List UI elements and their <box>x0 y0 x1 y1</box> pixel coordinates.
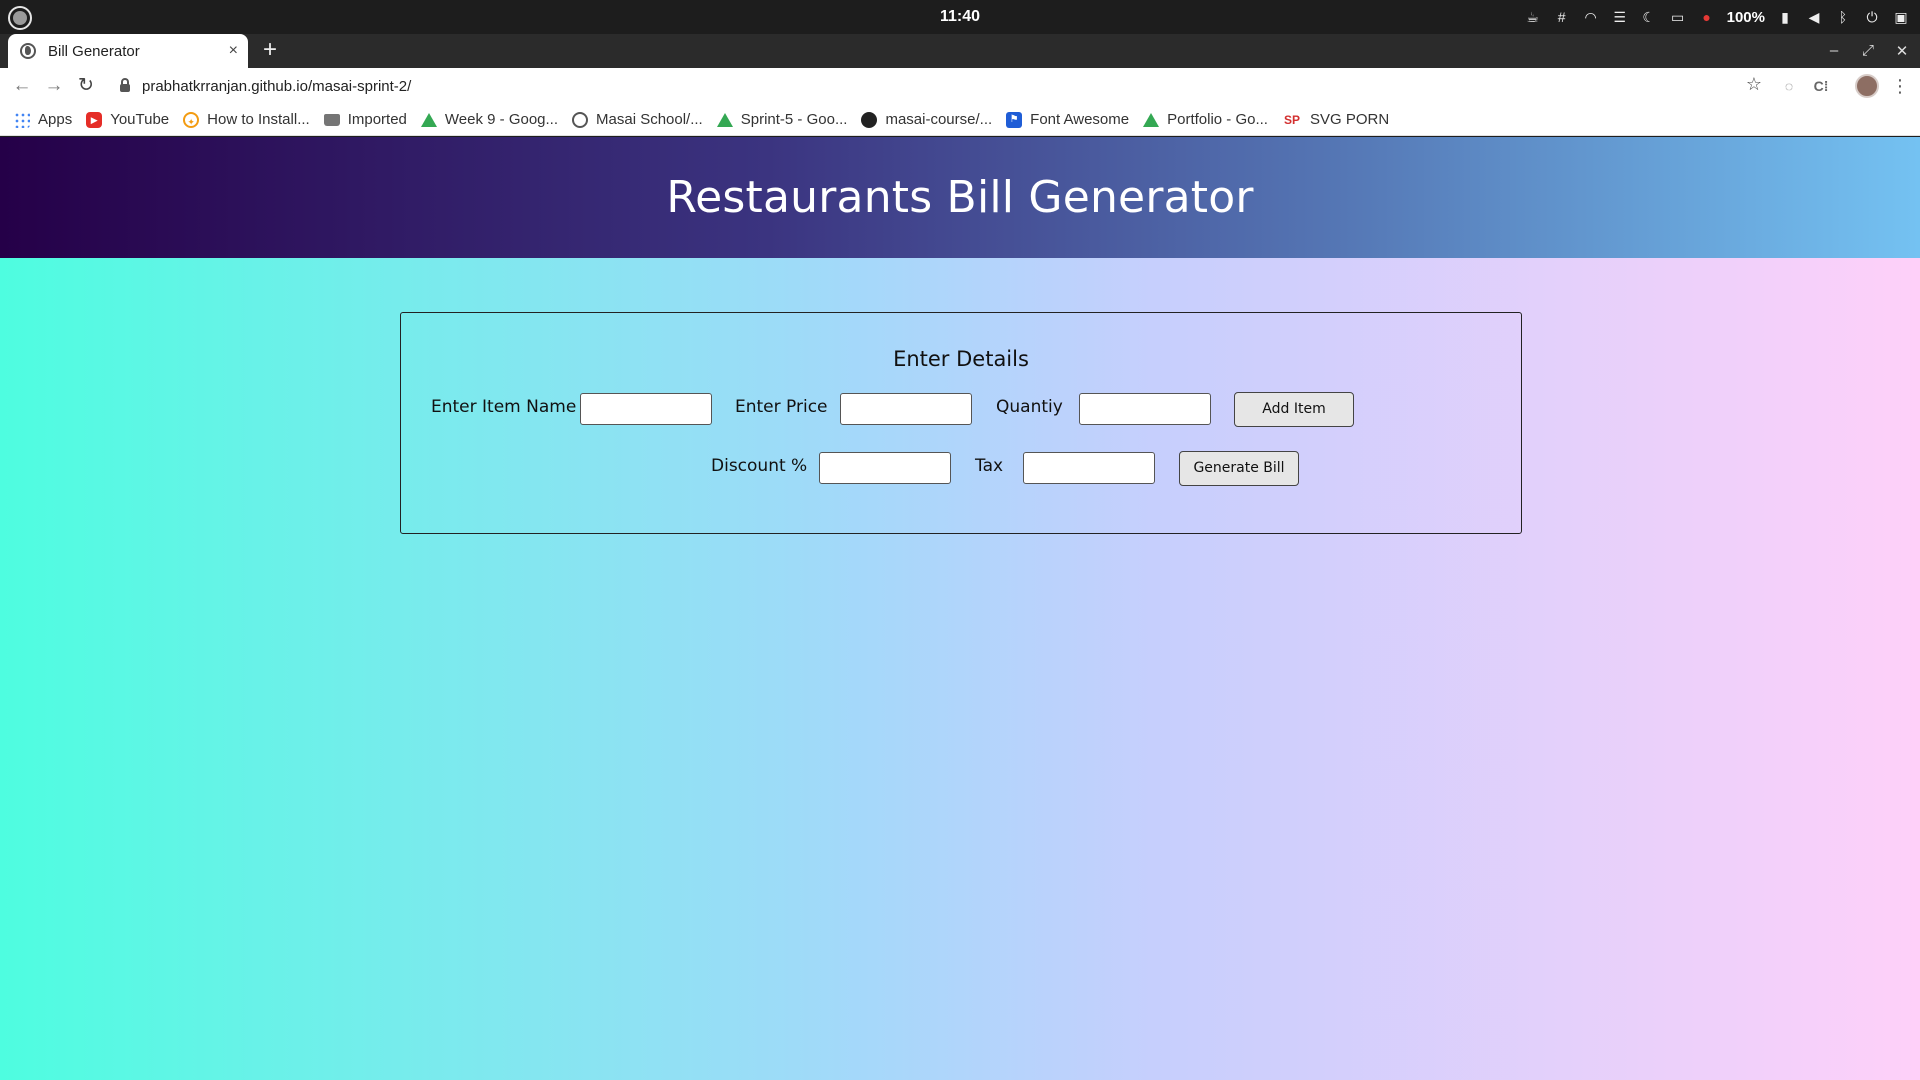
quantity-label: Quantiy <box>996 397 1063 417</box>
bookmark-how-to-install[interactable]: ✦ How to Install... <box>183 111 310 128</box>
forward-icon[interactable]: → <box>42 74 66 98</box>
new-tab-button[interactable]: + <box>258 38 282 63</box>
discount-label: Discount % <box>711 456 808 476</box>
globe-icon <box>572 111 589 128</box>
add-item-button[interactable]: Add Item <box>1234 392 1354 427</box>
bluetooth-icon[interactable]: ᛒ <box>1834 8 1852 26</box>
quantity-input[interactable] <box>1079 393 1211 425</box>
extension-icon[interactable]: C⁞ <box>1810 75 1832 97</box>
window-controls: – ⤢ ✕ <box>1826 42 1910 60</box>
os-top-bar: 11:40 ☕ # ◠ ☰ ☾ ▭ ● 100% ▮ ◀ ᛒ ⏻ ▣ <box>0 0 1920 34</box>
tab-strip: Bill Generator × + – ⤢ ✕ <box>0 34 1920 68</box>
bookmark-font-awesome[interactable]: ⚑ Font Awesome <box>1006 111 1129 128</box>
bookmark-label: Apps <box>38 111 73 128</box>
bookmark-imported[interactable]: Imported <box>323 111 407 128</box>
menu-icon[interactable]: ☰ <box>1611 8 1629 26</box>
system-tray[interactable]: ☕ # ◠ ☰ ☾ ▭ ● 100% ▮ ◀ ᛒ ⏻ ▣ <box>1524 7 1910 27</box>
window-icon[interactable]: ▣ <box>1892 8 1910 26</box>
drive-icon <box>420 112 437 127</box>
bookmark-star-icon[interactable]: ☆ <box>1746 74 1762 95</box>
tab-bill-generator[interactable]: Bill Generator × <box>8 34 248 68</box>
url-text[interactable]: prabhatkrranjan.github.io/masai-sprint-2… <box>142 78 411 95</box>
bookmark-youtube[interactable]: ▶ YouTube <box>86 111 169 128</box>
bookmark-apps[interactable]: Apps <box>14 111 72 128</box>
page-title: Restaurants Bill Generator <box>666 172 1254 223</box>
item-name-label: Enter Item Name <box>431 397 577 417</box>
bookmark-label: SVG PORN <box>1309 111 1390 128</box>
power-icon[interactable]: ⏻ <box>1863 8 1881 26</box>
bookmarks-bar: Apps ▶ YouTube ✦ How to Install... Importe… <box>0 104 1920 136</box>
folder-icon[interactable]: ▭ <box>1669 8 1687 26</box>
avatar[interactable] <box>1855 74 1879 98</box>
form-heading: Enter Details <box>893 347 1029 371</box>
bookmark-label: Font Awesome <box>1030 111 1130 128</box>
page-header: Restaurants Bill Generator <box>0 137 1920 258</box>
bookmark-label: Masai School/... <box>596 111 703 128</box>
battery-icon[interactable]: ▮ <box>1776 8 1794 26</box>
page-body: Restaurants Bill Generator Enter Details… <box>0 137 1920 1080</box>
bookmark-label: masai-course/... <box>885 111 993 128</box>
discount-input[interactable] <box>819 452 951 484</box>
moon-icon[interactable]: ☾ <box>1640 8 1658 26</box>
back-icon[interactable]: ← <box>10 74 34 98</box>
apps-icon <box>14 111 30 128</box>
fontawesome-icon: ⚑ <box>1006 111 1023 128</box>
maximize-button[interactable]: ⤢ <box>1860 42 1876 60</box>
bookmark-portfolio[interactable]: Portfolio - Go... <box>1143 111 1268 128</box>
bookmark-label: Sprint-5 - Goo... <box>740 111 848 128</box>
github-icon <box>861 111 878 128</box>
wifi-icon[interactable]: ◠ <box>1582 8 1600 26</box>
bookmark-label: Week 9 - Goog... <box>444 111 559 128</box>
reload-icon[interactable]: ↻ <box>74 74 98 98</box>
drive-icon <box>716 112 733 127</box>
folder-icon <box>323 113 340 126</box>
bookmark-masai-course[interactable]: masai-course/... <box>861 111 992 128</box>
globe-icon <box>20 43 36 59</box>
drive-icon <box>1143 112 1160 127</box>
close-tab-icon[interactable]: × <box>229 42 238 60</box>
tab-title: Bill Generator <box>48 42 140 60</box>
item-name-input[interactable] <box>580 393 712 425</box>
close-window-button[interactable]: ✕ <box>1894 42 1910 60</box>
minimize-button[interactable]: – <box>1826 42 1842 60</box>
volume-icon[interactable]: ◀ <box>1805 8 1823 26</box>
tax-input[interactable] <box>1023 452 1155 484</box>
address-bar[interactable]: prabhatkrranjan.github.io/masai-sprint-2… <box>108 71 1768 101</box>
bookmark-label: Portfolio - Go... <box>1167 111 1268 128</box>
bell-icon[interactable]: ● <box>1698 8 1716 26</box>
battery-percentage[interactable]: 100% <box>1727 9 1765 26</box>
extension-icon[interactable]: ◌ <box>1778 75 1800 97</box>
bookmark-label: Imported <box>347 111 407 128</box>
tax-label: Tax <box>975 456 1004 476</box>
bookmark-label: How to Install... <box>207 111 310 128</box>
bookmark-label: YouTube <box>110 111 170 128</box>
lock-icon[interactable] <box>120 78 130 92</box>
youtube-icon: ▶ <box>86 111 103 128</box>
browser-toolbar: ← → ↻ prabhatkrranjan.github.io/masai-sp… <box>0 68 1920 104</box>
bookmark-svg-porn[interactable]: SP SVG PORN <box>1282 111 1389 128</box>
coffee-icon[interactable]: ☕ <box>1524 8 1542 26</box>
bookmark-masai-school[interactable]: Masai School/... <box>572 111 703 128</box>
svgporn-icon: SP <box>1283 112 1300 127</box>
bookmark-week-9[interactable]: Week 9 - Goog... <box>420 111 559 128</box>
details-form: Enter Details Enter Item Name Enter Pric… <box>400 312 1522 534</box>
bookmark-sprint-5[interactable]: Sprint-5 - Goo... <box>716 111 848 128</box>
slack-icon[interactable]: # <box>1553 8 1571 26</box>
price-input[interactable] <box>840 393 972 425</box>
price-label: Enter Price <box>735 397 828 417</box>
generate-bill-button[interactable]: Generate Bill <box>1179 451 1299 486</box>
browser-menu-icon[interactable]: ⋮ <box>1890 74 1910 98</box>
install-icon: ✦ <box>183 111 200 128</box>
